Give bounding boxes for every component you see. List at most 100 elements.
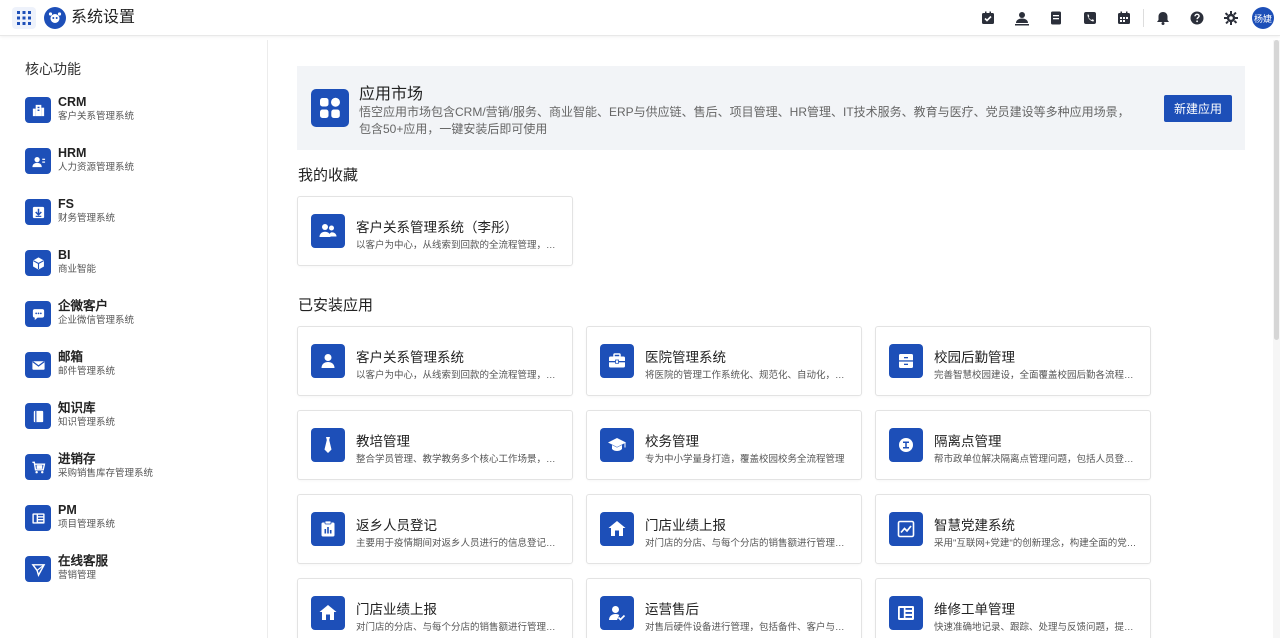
sidebar-item-subtitle: 财务管理系统 [58, 213, 116, 224]
building-icon [25, 97, 51, 123]
graduation-cap-icon [600, 428, 634, 462]
users-icon [311, 214, 345, 248]
app-card-description: 采用"互联网+党建"的创新理念，构建全面的党建工作平台 [934, 538, 1138, 549]
sidebar-item-hrm[interactable]: HRM 人力资源管理系统 [25, 145, 255, 179]
app-market-desc-line: 悟空应用市场包含CRM/营销/服务、商业智能、ERP与供应链、售后、项目管理、H… [359, 105, 1130, 119]
board-icon [25, 505, 51, 531]
app-card-description: 帮市政单位解决隔离点管理问题，包括人员登记与物资管理 [934, 454, 1138, 465]
badge-icon [889, 428, 923, 462]
sidebar-item-subtitle: 商业智能 [58, 264, 97, 275]
app-market-banner: 应用市场 悟空应用市场包含CRM/营销/服务、商业智能、ERP与供应链、售后、项… [297, 66, 1245, 150]
installed-section-title: 已安装应用 [298, 297, 374, 314]
app-card[interactable]: 客户关系管理系统（李彤） 以客户为中心，从线索到回款的全流程管理，助力企业实现高… [297, 196, 573, 266]
sidebar-item-pm[interactable]: PM 项目管理系统 [25, 502, 255, 536]
app-card[interactable]: 门店业绩上报 对门店的分店、与每个分店的销售额进行管理与统计 [297, 578, 573, 638]
app-card[interactable]: 客户关系管理系统 以客户为中心，从线索到回款的全流程管理，助力企业实现高效增长 [297, 326, 573, 396]
sidebar-item-mail[interactable]: 邮箱 邮件管理系统 [25, 349, 255, 383]
new-app-button[interactable]: 新建应用 [1164, 95, 1232, 122]
sidebar-item-subtitle: 客户关系管理系统 [58, 111, 135, 122]
sidebar-item-subtitle: 采购销售库存管理系统 [58, 468, 154, 479]
cube-icon [25, 250, 51, 276]
app-card-name: 客户关系管理系统（李彤） [356, 220, 518, 235]
app-grid-icon[interactable] [12, 7, 36, 29]
task-icon[interactable] [971, 0, 1005, 36]
sidebar-item-name: 企微客户 [58, 299, 109, 313]
sidebar-item-name: FS [58, 197, 74, 211]
app-card-description: 整合学员管理、教学教务多个核心工作场景，提升机构管理效率 [356, 454, 560, 465]
download-icon [25, 199, 51, 225]
sidebar-item-name: 知识库 [58, 401, 96, 415]
help-icon[interactable] [1180, 0, 1214, 36]
contacts-icon[interactable] [1005, 0, 1039, 36]
app-card-name: 教培管理 [356, 434, 410, 449]
app-card-name: 返乡人员登记 [356, 518, 437, 533]
app-card-name: 隔离点管理 [934, 434, 1002, 449]
app-card[interactable]: 门店业绩上报 对门店的分店、与每个分店的销售额进行管理与统计 [586, 494, 862, 564]
sidebar-item-online-service[interactable]: 在线客服 营销管理 [25, 553, 255, 587]
sidebar-title: 核心功能 [25, 61, 81, 77]
app-market-desc-line: 包含50+应用，一键安装后即可使用 [359, 122, 548, 136]
app-card-name: 门店业绩上报 [645, 518, 726, 533]
store-icon [600, 512, 634, 546]
scrollbar-thumb[interactable] [1274, 40, 1279, 340]
app-card-description: 以客户为中心，从线索到回款的全流程管理，助力企业实现高效增长 [356, 370, 560, 381]
phone-icon[interactable] [1073, 0, 1107, 36]
app-card-name: 智慧党建系统 [934, 518, 1015, 533]
app-card[interactable]: 隔离点管理 帮市政单位解决隔离点管理问题，包括人员登记与物资管理 [875, 410, 1151, 480]
app-card[interactable]: 维修工单管理 快速准确地记录、跟踪、处理与反馈问题，提升服务效率 [875, 578, 1151, 638]
user-icon [311, 344, 345, 378]
app-card[interactable]: 校园后勤管理 完善智慧校园建设，全面覆盖校园后勤各流程管理 [875, 326, 1151, 396]
sidebar-item-fs[interactable]: FS 财务管理系统 [25, 196, 255, 230]
app-card-description: 主要用于疫情期间对返乡人员进行的信息登记与统计 [356, 538, 560, 549]
scrollbar[interactable] [1273, 40, 1280, 638]
user-card-icon [25, 148, 51, 174]
app-card-description: 将医院的管理工作系统化、规范化、自动化，提高医院管理效率 [645, 370, 849, 381]
sidebar-item-name: 进销存 [58, 452, 96, 466]
app-card[interactable]: 返乡人员登记 主要用于疫情期间对返乡人员进行的信息登记与统计 [297, 494, 573, 564]
favorites-section-title: 我的收藏 [298, 167, 359, 184]
sidebar-item-inventory[interactable]: 进销存 采购销售库存管理系统 [25, 451, 255, 485]
sidebar-item-crm[interactable]: CRM 客户关系管理系统 [25, 94, 255, 128]
sidebar-item-name: 邮箱 [58, 350, 84, 364]
app-card-name: 医院管理系统 [645, 350, 726, 365]
app-card[interactable]: 校务管理 专为中小学量身打造，覆盖校园校务全流程管理 [586, 410, 862, 480]
sidebar-item-subtitle: 邮件管理系统 [58, 366, 116, 377]
app-card-description: 以客户为中心，从线索到回款的全流程管理，助力企业实现高效增长 [356, 240, 560, 251]
app-market-title: 应用市场 [359, 86, 424, 103]
app-card[interactable]: 智慧党建系统 采用"互联网+党建"的创新理念，构建全面的党建工作平台 [875, 494, 1151, 564]
sidebar-item-name: 在线客服 [58, 554, 109, 568]
sidebar-item-subtitle: 企业微信管理系统 [58, 315, 135, 326]
book-icon [25, 403, 51, 429]
app-card-name: 校务管理 [645, 434, 699, 449]
app-card-description: 对门店的分店、与每个分店的销售额进行管理与统计 [356, 622, 560, 633]
sidebar: 核心功能 CRM 客户关系管理系统 HRM 人力资源管理系统 FS 财务管理系统… [0, 40, 268, 638]
settings-icon[interactable] [1214, 0, 1248, 36]
medkit-icon [600, 344, 634, 378]
sidebar-item-bi[interactable]: BI 商业智能 [25, 247, 255, 281]
trend-icon [889, 512, 923, 546]
send-icon [25, 556, 51, 582]
app-market-description: 悟空应用市场包含CRM/营销/服务、商业智能、ERP与供应链、售后、项目管理、H… [359, 104, 1159, 138]
clipboard-icon [311, 512, 345, 546]
store-icon [311, 596, 345, 630]
app-card-description: 专为中小学量身打造，覆盖校园校务全流程管理 [645, 454, 845, 465]
mail-icon [25, 352, 51, 378]
app-card[interactable]: 运营售后 对售后硬件设备进行管理，包括备件、客户与工单 [586, 578, 862, 638]
calendar-icon[interactable] [1107, 0, 1141, 36]
header-toolbar: 杨婕 [971, 0, 1280, 36]
sidebar-item-subtitle: 人力资源管理系统 [58, 162, 135, 173]
bell-icon[interactable] [1146, 0, 1180, 36]
app-card-name: 门店业绩上报 [356, 602, 437, 617]
apps-icon [311, 89, 349, 127]
sidebar-item-wecom[interactable]: 企微客户 企业微信管理系统 [25, 298, 255, 332]
sidebar-item-subtitle: 知识管理系统 [58, 417, 116, 428]
sidebar-item-knowledge[interactable]: 知识库 知识管理系统 [25, 400, 255, 434]
user-check-icon [600, 596, 634, 630]
document-icon[interactable] [1039, 0, 1073, 36]
chat-icon [25, 301, 51, 327]
app-card[interactable]: 医院管理系统 将医院的管理工作系统化、规范化、自动化，提高医院管理效率 [586, 326, 862, 396]
app-card[interactable]: 教培管理 整合学员管理、教学教务多个核心工作场景，提升机构管理效率 [297, 410, 573, 480]
page-title: 系统设置 [71, 9, 136, 26]
header-divider [1143, 9, 1144, 27]
avatar[interactable]: 杨婕 [1252, 7, 1274, 29]
